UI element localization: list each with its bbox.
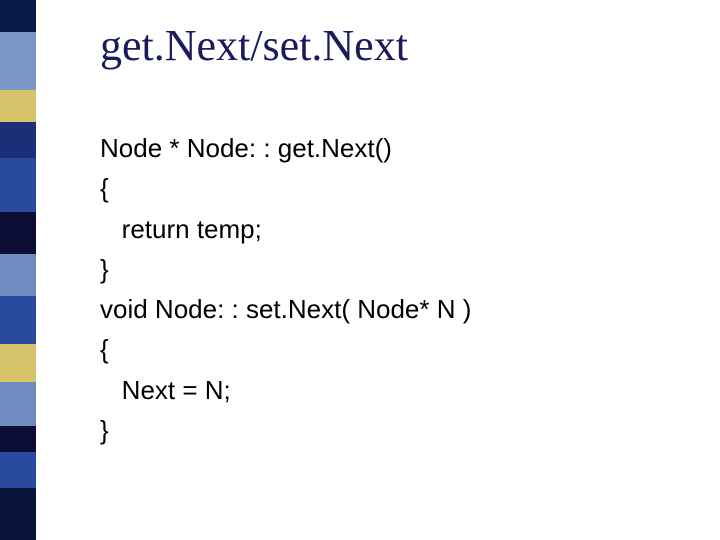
stripe xyxy=(0,0,36,32)
stripe xyxy=(0,452,36,488)
code-line: } xyxy=(100,410,471,450)
stripe xyxy=(0,254,36,296)
stripe xyxy=(0,382,36,426)
code-line: { xyxy=(100,168,471,208)
stripe xyxy=(0,344,36,382)
stripe xyxy=(0,426,36,452)
slide-title: get.Next/set.Next xyxy=(100,20,408,71)
code-line: void Node: : set.Next( Node* N ) xyxy=(100,289,471,329)
slide: get.Next/set.Next Node * Node: : get.Nex… xyxy=(0,0,720,540)
stripe xyxy=(0,122,36,158)
stripe xyxy=(0,32,36,90)
code-block: Node * Node: : get.Next() { return temp;… xyxy=(100,128,471,450)
stripe xyxy=(0,296,36,344)
code-line: } xyxy=(100,249,471,289)
stripe xyxy=(0,488,36,540)
stripe xyxy=(0,212,36,254)
stripe xyxy=(0,158,36,212)
code-line: return temp; xyxy=(100,209,471,249)
code-line: { xyxy=(100,329,471,369)
code-line: Node * Node: : get.Next() xyxy=(100,128,471,168)
stripe xyxy=(0,90,36,122)
code-line: Next = N; xyxy=(100,370,471,410)
